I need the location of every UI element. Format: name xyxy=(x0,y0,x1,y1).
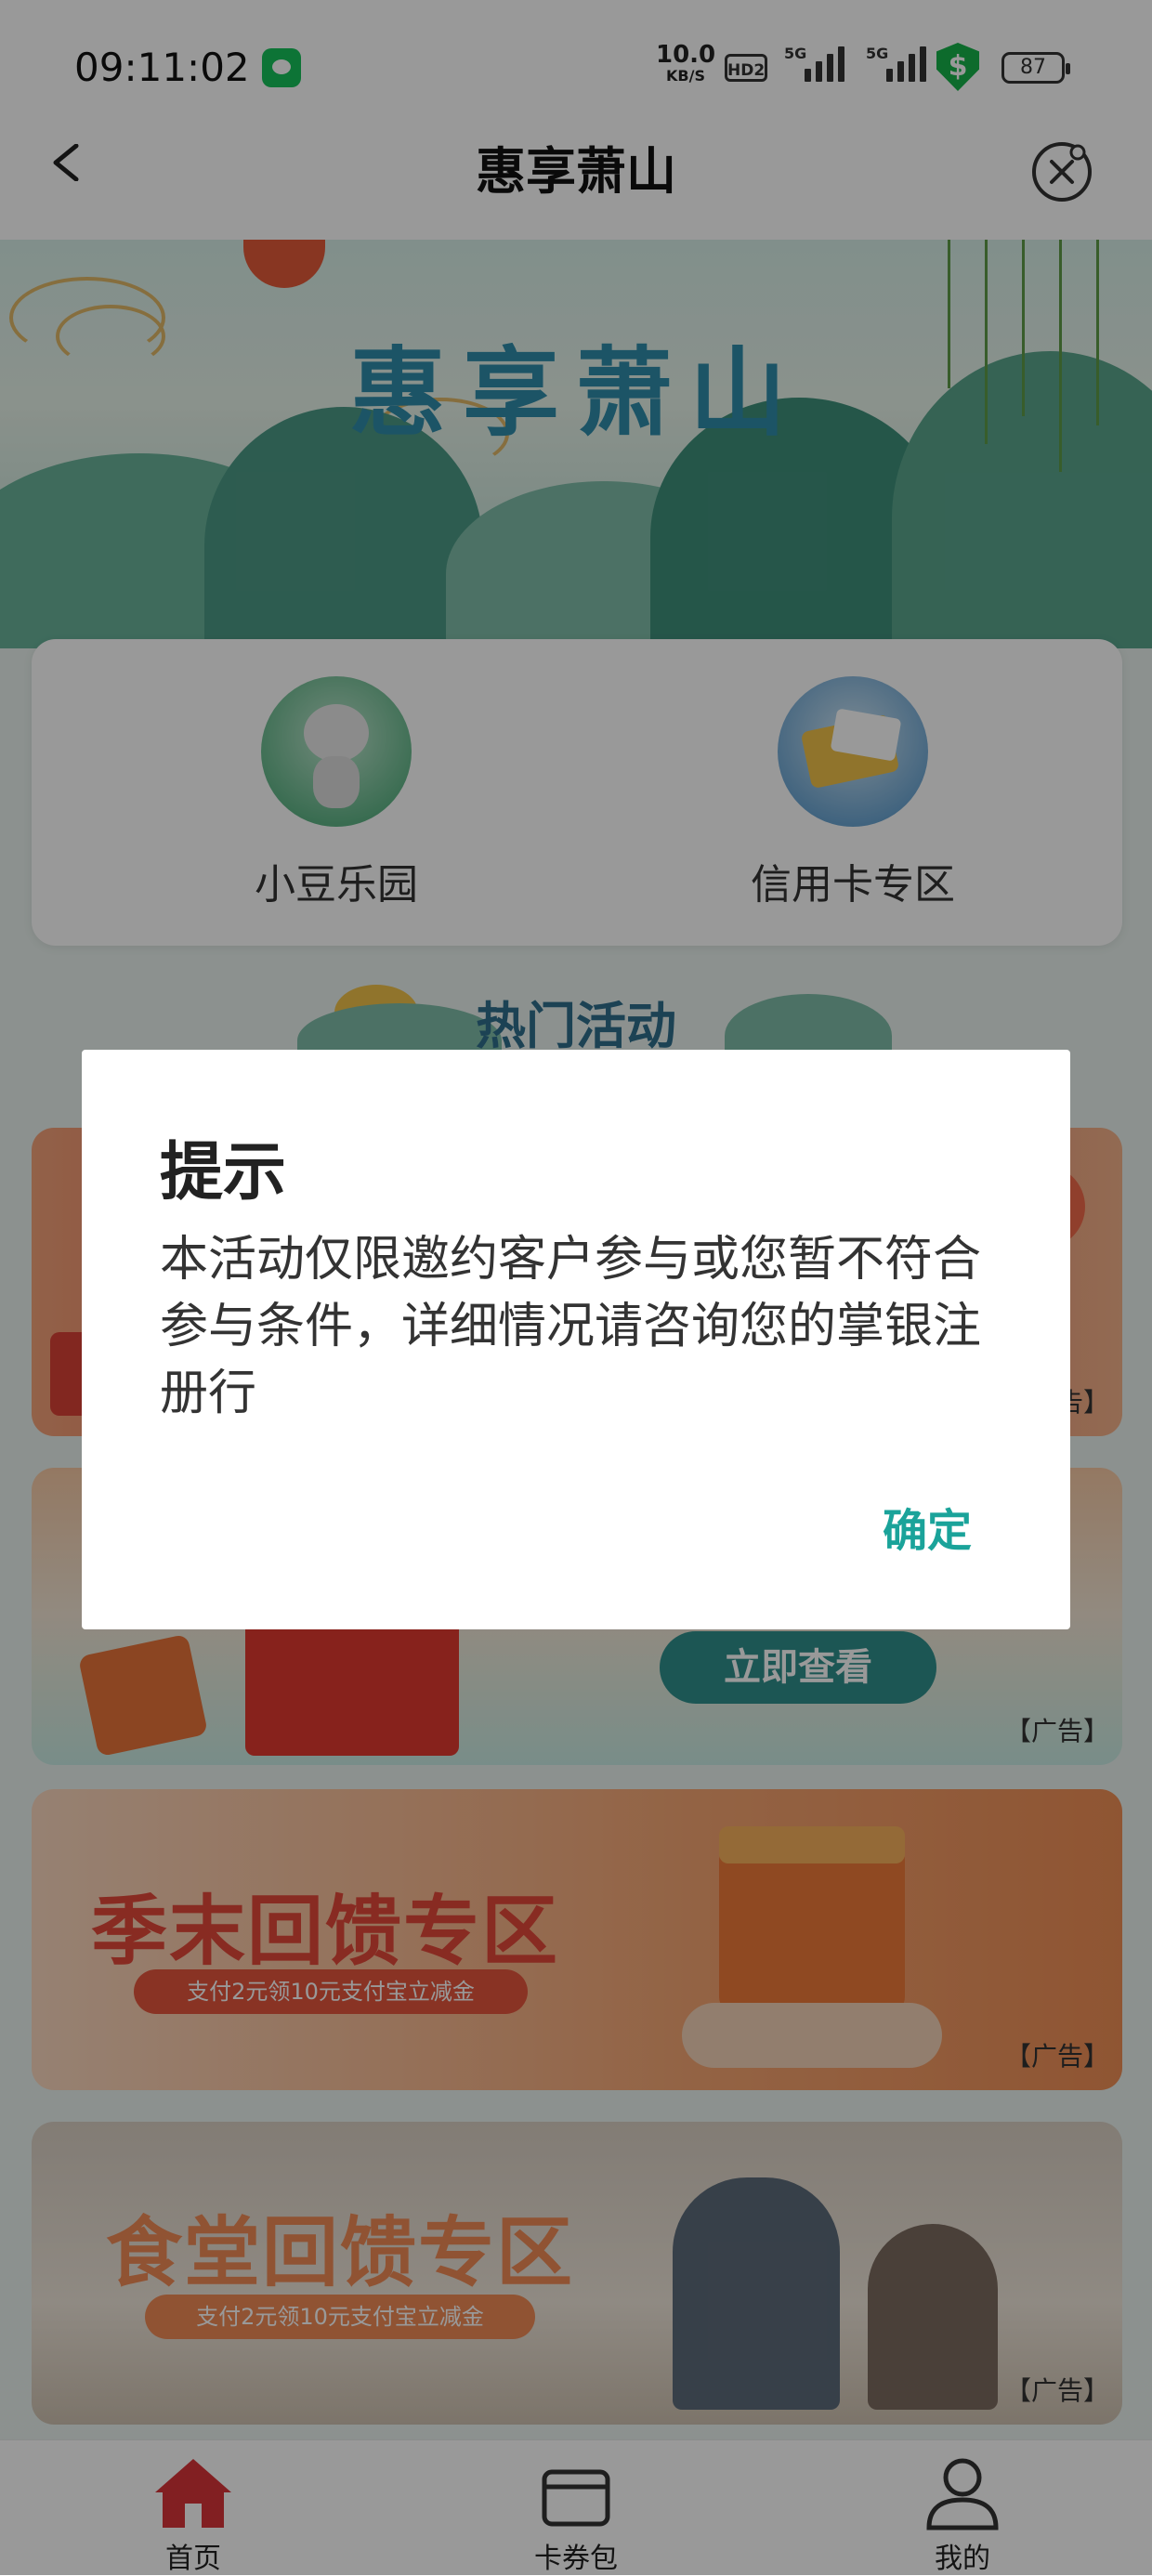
dialog-title: 提示 xyxy=(160,1136,287,1210)
alert-dialog: 提示 本活动仅限邀约客户参与或您暂不符合参与条件，详细情况请咨询您的掌银注册行 … xyxy=(82,1050,1070,1629)
dialog-message: 本活动仅限邀约客户参与或您暂不符合参与条件，详细情况请咨询您的掌银注册行 xyxy=(160,1232,982,1421)
confirm-button[interactable]: 确定 xyxy=(883,1494,972,1559)
